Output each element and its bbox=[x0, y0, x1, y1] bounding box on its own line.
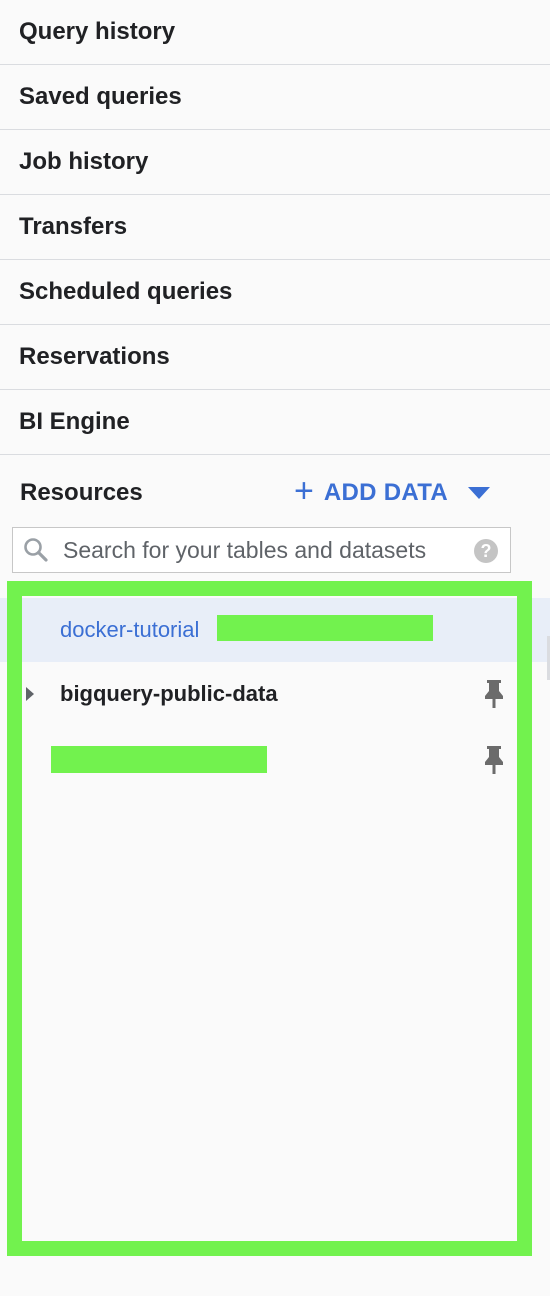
nav-item-label: Job history bbox=[19, 148, 149, 175]
add-data-button[interactable]: + ADD DATA bbox=[294, 474, 491, 508]
nav-item-scheduled-queries[interactable]: Scheduled queries bbox=[0, 260, 550, 325]
nav-item-bi-engine[interactable]: BI Engine bbox=[0, 390, 550, 455]
nav-item-label: BI Engine bbox=[19, 408, 130, 435]
resource-row-docker-tutorial[interactable]: docker-tutorial bbox=[0, 598, 550, 662]
expand-arrow-icon[interactable] bbox=[26, 687, 34, 701]
nav-item-saved-queries[interactable]: Saved queries bbox=[0, 65, 550, 130]
nav-item-reservations[interactable]: Reservations bbox=[0, 325, 550, 390]
resource-row-redacted-project[interactable] bbox=[0, 728, 550, 792]
nav-item-label: Transfers bbox=[19, 213, 128, 240]
nav-item-label: Saved queries bbox=[19, 83, 182, 110]
search-icon bbox=[23, 537, 49, 563]
left-nav: Query history Saved queries Job history … bbox=[0, 0, 550, 455]
resource-row-bigquery-public-data[interactable]: bigquery-public-data bbox=[0, 662, 550, 726]
nav-item-query-history[interactable]: Query history bbox=[0, 0, 550, 65]
plus-icon: + bbox=[294, 472, 314, 510]
resources-title: Resources bbox=[20, 479, 143, 506]
search-input[interactable] bbox=[63, 536, 463, 564]
add-data-label: ADD DATA bbox=[323, 479, 449, 506]
nav-item-job-history[interactable]: Job history bbox=[0, 130, 550, 195]
redaction-bar bbox=[217, 615, 433, 641]
nav-item-transfers[interactable]: Transfers bbox=[0, 195, 550, 260]
project-label: docker-tutorial bbox=[60, 617, 200, 642]
caret-down-icon[interactable] bbox=[468, 487, 491, 499]
redaction-bar bbox=[51, 746, 267, 773]
nav-item-label: Query history bbox=[19, 18, 176, 45]
project-label: bigquery-public-data bbox=[60, 681, 278, 706]
pin-icon[interactable] bbox=[483, 744, 505, 776]
nav-item-label: Scheduled queries bbox=[19, 278, 233, 305]
help-icon[interactable]: ? bbox=[474, 539, 498, 563]
search-box: ? bbox=[12, 527, 511, 573]
pin-icon[interactable] bbox=[483, 678, 505, 710]
resources-header: Resources + ADD DATA bbox=[0, 462, 550, 524]
nav-item-label: Reservations bbox=[19, 343, 170, 370]
